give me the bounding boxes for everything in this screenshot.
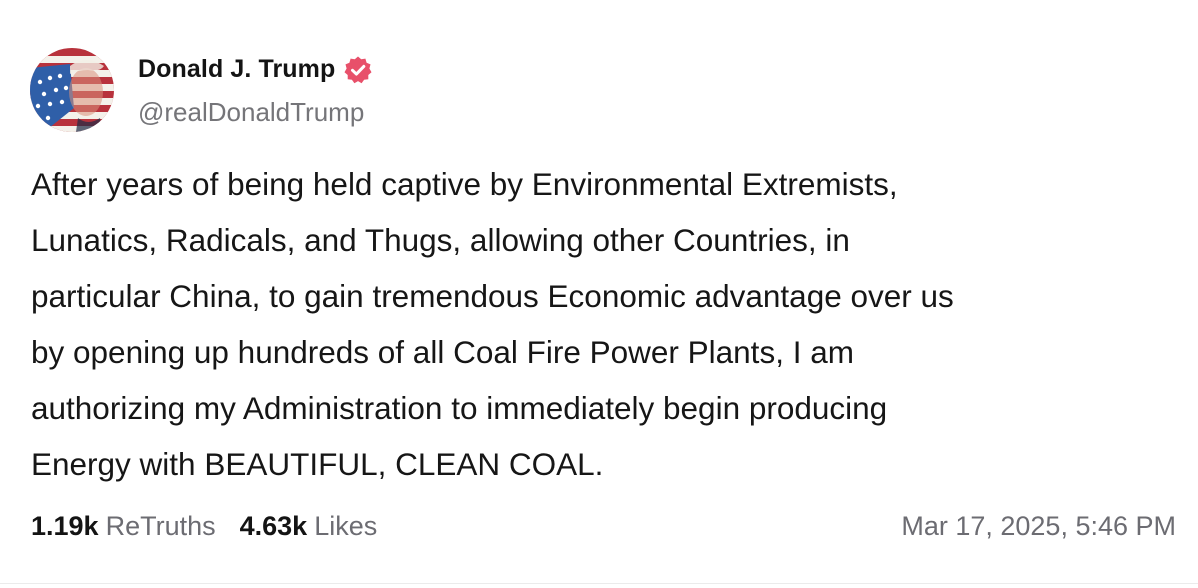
- author-identity: Donald J. Trump @realDonaldTrump: [138, 53, 373, 128]
- retruths-count: 1.19k: [31, 510, 99, 541]
- author-display-name[interactable]: Donald J. Trump: [138, 55, 335, 84]
- post-header: Donald J. Trump @realDonaldTrump: [30, 48, 373, 132]
- avatar[interactable]: [30, 48, 114, 132]
- post-timestamp[interactable]: Mar 17, 2025, 5:46 PM: [901, 511, 1176, 542]
- avatar-flag-portrait-icon: [30, 48, 114, 132]
- retruths-stat[interactable]: 1.19k ReTruths: [31, 511, 216, 542]
- post-stats: 1.19k ReTruths 4.63k Likes: [31, 511, 377, 542]
- post-body-text: After years of being held captive by Env…: [31, 166, 954, 482]
- bottom-divider: [0, 583, 1198, 584]
- likes-label: Likes: [314, 510, 378, 541]
- author-handle[interactable]: @realDonaldTrump: [138, 97, 373, 128]
- retruths-label: ReTruths: [105, 510, 216, 541]
- post-footer: 1.19k ReTruths 4.63k Likes Mar 17, 2025,…: [31, 506, 1176, 546]
- author-name-row: Donald J. Trump: [138, 53, 373, 87]
- verified-badge-icon: [343, 55, 373, 85]
- truth-post-card: Donald J. Trump @realDonaldTrump After y…: [0, 0, 1198, 588]
- likes-count: 4.63k: [239, 510, 308, 541]
- likes-stat[interactable]: 4.63k Likes: [240, 511, 378, 542]
